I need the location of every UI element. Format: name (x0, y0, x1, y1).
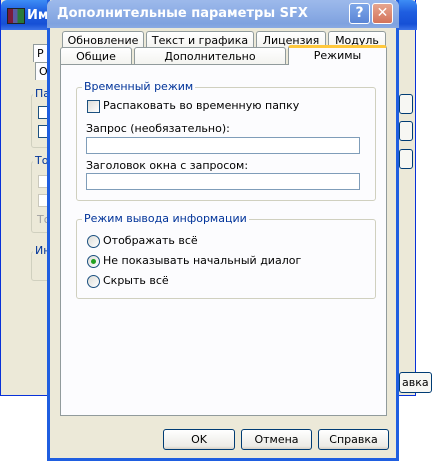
prompt-title-label: Заголовок окна с запросом: (86, 159, 249, 172)
sfx-options-dialog: Дополнительные параметры SFX ? ✕ Обновле… (47, 0, 399, 461)
tab-advanced[interactable]: Дополнительно (134, 47, 286, 65)
tab-modes[interactable]: Режимы (288, 45, 387, 65)
parent-side-button-3[interactable] (399, 149, 413, 169)
help-title-button[interactable]: ? (349, 3, 370, 24)
modes-tab-panel: Временный режим Распаковать во временную… (60, 64, 387, 416)
question-icon: ? (355, 5, 364, 21)
parent-side-button-2[interactable] (399, 121, 413, 141)
parent-help-button[interactable]: авка (399, 372, 432, 393)
radio-hide-all-label: Скрыть всё (103, 274, 169, 287)
radio-hide-all[interactable] (87, 275, 100, 288)
close-icon: ✕ (376, 5, 389, 21)
radio-show-all-label: Отображать всё (103, 234, 198, 247)
prompt-label: Запрос (необязательно): (86, 122, 230, 135)
close-button[interactable]: ✕ (372, 3, 393, 24)
radio-show-all[interactable] (87, 235, 100, 248)
prompt-input[interactable] (86, 137, 360, 154)
tab-general[interactable]: Общие (60, 47, 132, 65)
dialog-title: Дополнительные параметры SFX (57, 6, 308, 21)
cancel-button[interactable]: Отмена (241, 429, 312, 450)
ok-button[interactable]: OK (163, 429, 235, 450)
unpack-temp-label: Распаковать во временную папку (103, 99, 300, 112)
prompt-title-input[interactable] (86, 173, 360, 190)
help-button[interactable]: Справка (318, 429, 389, 450)
radio-hide-start-dialog-label: Не показывать начальный диалог (103, 254, 302, 267)
unpack-temp-checkbox[interactable] (87, 100, 100, 113)
output-mode-legend: Режим вывода информации (82, 212, 249, 225)
dialog-title-bar: Дополнительные параметры SFX ? ✕ (47, 0, 399, 28)
winrar-app-icon (7, 8, 25, 24)
temp-mode-legend: Временный режим (82, 80, 196, 93)
parent-side-button-1[interactable] (399, 94, 413, 114)
radio-hide-start-dialog[interactable] (87, 255, 100, 268)
